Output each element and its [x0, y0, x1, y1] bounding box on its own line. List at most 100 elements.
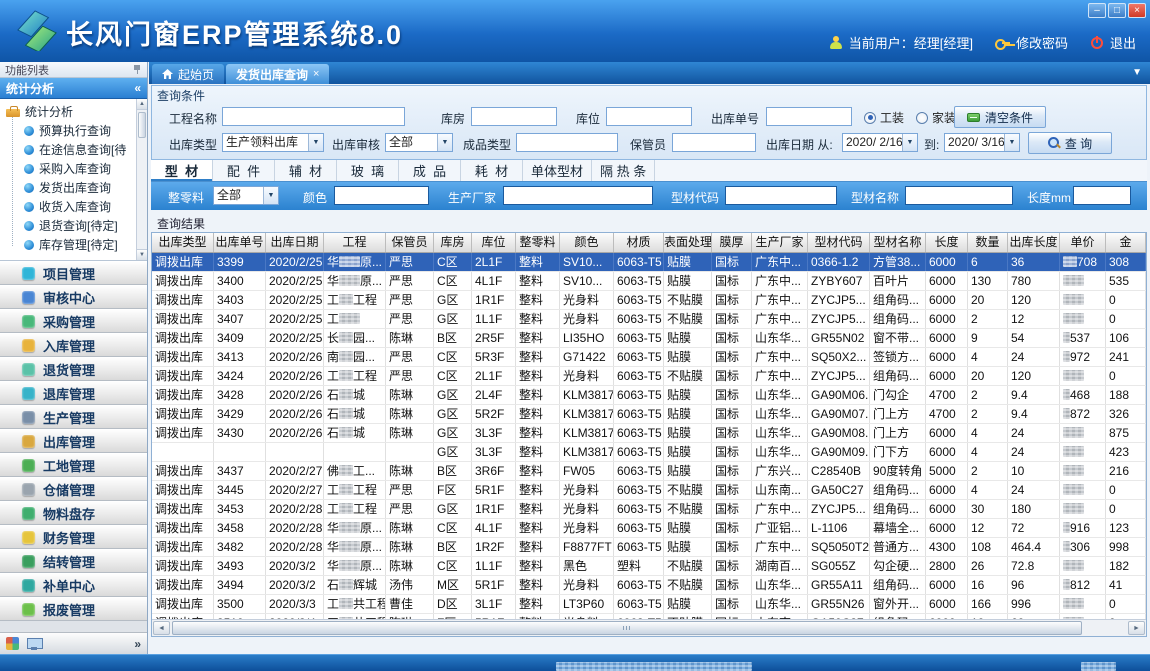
table-row[interactable]: 调拨出库34822020/2/28华原...陈琳B区1R2F整料F8877FT6…	[152, 538, 1146, 557]
table-row[interactable]: 调拨出库34452020/2/27工工程严思F区5R1F整料光身料6063-T5…	[152, 481, 1146, 500]
sidebar-group-header[interactable]: 统计分析 «	[0, 78, 147, 99]
change-password-button[interactable]: 修改密码	[1016, 33, 1068, 52]
grid-view-icon[interactable]	[6, 637, 19, 650]
logout-button[interactable]: 退出	[1110, 33, 1136, 52]
collapse-icon[interactable]: «	[134, 81, 141, 95]
column-header-out-length[interactable]: 出库长度	[1008, 233, 1060, 252]
sidebar-section-8[interactable]: 工地管理	[0, 453, 147, 477]
radio-jiazhuang[interactable]: 家装	[916, 109, 956, 126]
table-row[interactable]: 调拨出库34302020/2/26石城陈琳G区3L3F整料KLM38176063…	[152, 424, 1146, 443]
date-to-picker[interactable]: 2020/ 3/16 ▼	[944, 133, 1020, 152]
column-header-factory[interactable]: 生产厂家	[752, 233, 808, 252]
color-input[interactable]	[334, 186, 429, 205]
material-tab-0[interactable]: 型 材	[151, 160, 213, 181]
column-header-profile-code[interactable]: 型材代码	[808, 233, 870, 252]
table-row[interactable]: 调拨出库34032020/2/25工工程严思G区1R1F整料光身料6063-T5…	[152, 291, 1146, 310]
scroll-thumb[interactable]	[138, 112, 146, 138]
tree-root-node[interactable]: 统计分析	[0, 101, 136, 121]
column-header-unit-price[interactable]: 单价	[1060, 233, 1106, 252]
sidebar-tree-item[interactable]: 退货查询[待定]	[0, 216, 136, 235]
material-tab-6[interactable]: 单体型材	[523, 160, 592, 181]
column-header-order-no[interactable]: 出库单号	[214, 233, 266, 252]
column-header-material[interactable]: 材质	[614, 233, 664, 252]
material-tab-5[interactable]: 耗 材	[461, 160, 523, 181]
table-row[interactable]: 调拨出库34532020/2/28工工程严思G区1R1F整料光身料6063-T5…	[152, 500, 1146, 519]
sidebar-tree-item[interactable]: 采购入库查询	[0, 159, 136, 178]
monitor-icon[interactable]	[27, 638, 41, 650]
tree-scrollbar[interactable]: ▲ ▼	[136, 99, 147, 260]
sidebar-section-5[interactable]: 退库管理	[0, 381, 147, 405]
column-header-color[interactable]: 颜色	[560, 233, 614, 252]
sidebar-section-6[interactable]: 生产管理	[0, 405, 147, 429]
sidebar-section-7[interactable]: 出库管理	[0, 429, 147, 453]
tab-close-icon[interactable]: ×	[313, 68, 319, 80]
sidebar-tree-item[interactable]: 发货出库查询	[0, 178, 136, 197]
column-header-keeper[interactable]: 保管员	[386, 233, 434, 252]
location-input[interactable]	[606, 107, 692, 126]
sidebar-section-13[interactable]: 补单中心	[0, 573, 147, 597]
pin-icon[interactable]	[133, 65, 142, 74]
scroll-up-arrow[interactable]: ▲	[137, 99, 147, 110]
table-row[interactable]: 调拨出库34932020/3/2华原...陈琳C区1L1F整料黑色塑料不贴膜国标…	[152, 557, 1146, 576]
scroll-left-arrow[interactable]: ◄	[153, 621, 170, 635]
sidebar-section-10[interactable]: 物料盘存	[0, 501, 147, 525]
sidebar-tree-item[interactable]: 预算执行查询	[0, 121, 136, 140]
horizontal-scrollbar[interactable]: ◄ ►	[152, 619, 1146, 636]
column-header-outbound-type[interactable]: 出库类型	[152, 233, 214, 252]
product-type-input[interactable]	[516, 133, 618, 152]
order-no-input[interactable]	[766, 107, 852, 126]
table-row[interactable]: 调拨出库34942020/3/2石辉城汤伟M区5R1F整料光身料6063-T5不…	[152, 576, 1146, 595]
sidebar-tree-item[interactable]: 库存管理[待定]	[0, 235, 136, 254]
sidebar-section-11[interactable]: 财务管理	[0, 525, 147, 549]
outbound-type-select[interactable]: 生产领料出库 ▼	[222, 133, 324, 152]
material-tab-1[interactable]: 配 件	[213, 160, 275, 181]
scroll-thumb[interactable]	[172, 621, 1082, 635]
audit-select[interactable]: 全部 ▼	[385, 133, 453, 152]
material-tab-2[interactable]: 辅 材	[275, 160, 337, 181]
sidebar-tree-item[interactable]: 在途信息查询[待	[0, 140, 136, 159]
more-buttons-icon[interactable]: »	[134, 637, 141, 651]
table-row[interactable]: 调拨出库35002020/3/3工共工程曹佳D区3L1F整料LT3P606063…	[152, 595, 1146, 614]
column-header-location[interactable]: 库位	[472, 233, 516, 252]
date-from-picker[interactable]: 2020/ 2/16 ▼	[842, 133, 918, 152]
table-row[interactable]: 调拨出库34242020/2/26工工程严思C区2L1F整料光身料6063-T5…	[152, 367, 1146, 386]
column-header-film[interactable]: 膜厚	[712, 233, 752, 252]
table-row[interactable]: 调拨出库33992020/2/25华原...严思C区2L1F整料SV10...6…	[152, 253, 1146, 272]
table-row[interactable]: 调拨出库34002020/2/25华原...严思C区4L1F整料SV10...6…	[152, 272, 1146, 291]
column-header-date[interactable]: 出库日期	[266, 233, 324, 252]
table-row[interactable]: 调拨出库34282020/2/26石城陈琳G区2L4F整料KLM38176063…	[152, 386, 1146, 405]
sidebar-section-14[interactable]: 报废管理	[0, 597, 147, 621]
warehouse-input[interactable]	[471, 107, 557, 126]
minimize-button[interactable]: –	[1088, 3, 1106, 18]
maximize-button[interactable]: □	[1108, 3, 1126, 18]
scroll-right-arrow[interactable]: ►	[1128, 621, 1145, 635]
column-header-warehouse[interactable]: 库房	[434, 233, 472, 252]
material-tab-3[interactable]: 玻 璃	[337, 160, 399, 181]
tab-overflow-arrow[interactable]: ▼	[1132, 67, 1142, 78]
length-input[interactable]	[1073, 186, 1131, 205]
table-row[interactable]: 调拨出库34372020/2/27佛工...陈琳B区3R6F整料FW056063…	[152, 462, 1146, 481]
radio-gongzhuang[interactable]: 工装	[864, 109, 904, 126]
table-row[interactable]: 调拨出库34072020/2/25工严思G区1L1F整料光身料6063-T5不贴…	[152, 310, 1146, 329]
table-row[interactable]: 调拨出库34092020/2/25长园...陈琳B区2R5F整料LI35HO60…	[152, 329, 1146, 348]
column-header-length[interactable]: 长度	[926, 233, 968, 252]
table-row[interactable]: 调拨出库34292020/2/26石城陈琳G区5R2F整料KLM38176063…	[152, 405, 1146, 424]
profile-name-input[interactable]	[905, 186, 1013, 205]
scroll-down-arrow[interactable]: ▼	[137, 249, 147, 260]
factory-input[interactable]	[503, 186, 653, 205]
tab-home[interactable]: 起始页	[152, 64, 224, 84]
search-button[interactable]: 查 询	[1028, 132, 1112, 154]
column-header-whole-part[interactable]: 整零料	[516, 233, 560, 252]
sidebar-section-3[interactable]: 入库管理	[0, 333, 147, 357]
column-header-surface[interactable]: 表面处理	[664, 233, 712, 252]
sidebar-section-1[interactable]: 审核中心	[0, 285, 147, 309]
close-button[interactable]: ×	[1128, 3, 1146, 18]
keeper-input[interactable]	[672, 133, 756, 152]
sidebar-section-12[interactable]: 结转管理	[0, 549, 147, 573]
tab-outbound-query[interactable]: 发货出库查询 ×	[226, 64, 329, 84]
sidebar-section-9[interactable]: 仓储管理	[0, 477, 147, 501]
material-tab-7[interactable]: 隔 热 条	[592, 160, 655, 181]
sidebar-section-0[interactable]: 项目管理	[0, 261, 147, 285]
clear-conditions-button[interactable]: 清空条件	[954, 106, 1046, 128]
column-header-project[interactable]: 工程	[324, 233, 386, 252]
